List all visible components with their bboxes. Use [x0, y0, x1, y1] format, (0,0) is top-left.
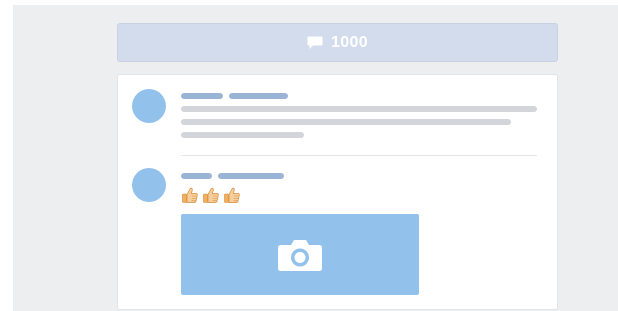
comments-count-button[interactable]: 1000 — [117, 23, 558, 62]
post-text-placeholder — [181, 132, 304, 138]
post-text-placeholder — [181, 106, 537, 112]
author-name-placeholder[interactable] — [229, 93, 288, 99]
comment-icon — [307, 36, 323, 50]
feed-card — [117, 74, 558, 310]
avatar[interactable] — [132, 89, 166, 123]
post-text-placeholder — [181, 119, 511, 125]
author-name-placeholder[interactable] — [218, 173, 284, 179]
thumbs-up-icon — [181, 186, 199, 204]
reactions — [181, 186, 241, 204]
page-background: 1000 — [13, 5, 618, 311]
thumbs-up-icon — [223, 186, 241, 204]
avatar[interactable] — [132, 168, 166, 202]
camera-icon — [277, 238, 323, 272]
post-divider — [181, 155, 537, 156]
comments-count: 1000 — [331, 33, 368, 51]
author-name-placeholder[interactable] — [181, 173, 212, 179]
author-name-placeholder[interactable] — [181, 93, 223, 99]
photo-placeholder[interactable] — [181, 214, 419, 295]
thumbs-up-icon — [202, 186, 220, 204]
